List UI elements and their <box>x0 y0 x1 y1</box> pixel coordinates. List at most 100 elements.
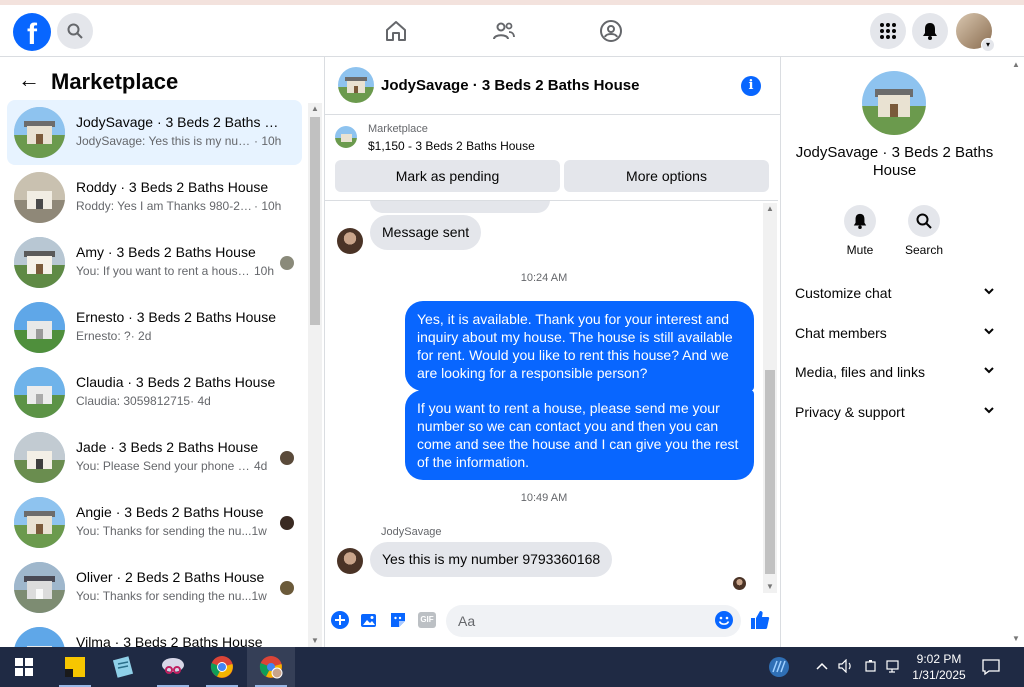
sticker-icon[interactable] <box>388 610 408 630</box>
emoji-icon[interactable] <box>714 610 734 630</box>
scroll-up-arrow-icon[interactable]: ▲ <box>1009 59 1023 71</box>
listing-price-title[interactable]: $1,150 - 3 Beds 2 Baths House <box>368 139 535 153</box>
sidebar-scrollbar[interactable]: ▲ ▼ <box>308 103 322 647</box>
conversation-preview: Claudia: 3059812715· 4d <box>76 394 211 408</box>
sender-avatar <box>337 548 363 574</box>
message-input[interactable]: Aa <box>446 605 741 637</box>
mute-button[interactable]: Mute <box>830 205 890 257</box>
section-label: Customize chat <box>795 285 892 301</box>
taskbar-sticky-notes[interactable] <box>51 647 99 687</box>
scroll-down-arrow-icon[interactable]: ▼ <box>763 581 777 593</box>
taskbar-chrome-profile[interactable] <box>247 647 295 687</box>
search-icon <box>67 23 83 39</box>
conversation-item[interactable]: Oliver · 2 Beds 2 Baths House You: Thank… <box>7 555 302 620</box>
conversation-preview: Ernesto: ?· 2d <box>76 329 152 343</box>
conversation-item[interactable]: Roddy · 3 Beds 2 Baths House Roddy: Yes … <box>7 165 302 230</box>
timestamp-separator: 10:49 AM <box>520 492 568 504</box>
message-input-placeholder: Aa <box>458 613 476 629</box>
mute-label: Mute <box>846 243 874 257</box>
plus-icon[interactable] <box>330 610 350 630</box>
scroll-down-arrow-icon[interactable]: ▼ <box>308 635 322 647</box>
photo-icon[interactable] <box>359 610 379 630</box>
network-icon[interactable] <box>886 659 902 676</box>
chrome-icon <box>210 656 233 678</box>
conversation-item[interactable]: Jade · 3 Beds 2 Baths House You: Please … <box>7 425 302 490</box>
listing-thumbnail <box>14 237 65 288</box>
chat-listing-avatar[interactable] <box>338 67 374 103</box>
details-title: JodySavage · 3 Beds 2 Baths House <box>795 144 994 179</box>
app-tray-icon[interactable] <box>768 656 790 681</box>
conversation-preview: JodySavage: Yes this is my number 979336… <box>76 134 282 148</box>
info-icon[interactable]: i <box>741 76 761 96</box>
customize-chat-section[interactable]: Customize chat <box>795 285 995 309</box>
privacy-support-section[interactable]: Privacy & support <box>795 404 995 428</box>
scroll-up-arrow-icon[interactable]: ▲ <box>308 103 322 115</box>
notifications-button[interactable] <box>912 13 948 49</box>
scroll-up-arrow-icon[interactable]: ▲ <box>763 203 777 215</box>
groups-nav-button[interactable] <box>597 17 625 45</box>
sticky-notes-icon <box>65 657 85 677</box>
top-navigation-bar: f ▾ <box>0 0 1024 57</box>
media-files-links-section[interactable]: Media, files and links <box>795 364 995 388</box>
search-button[interactable] <box>57 13 93 49</box>
chat-members-section[interactable]: Chat members <box>795 325 995 349</box>
menu-grid-icon <box>880 23 896 39</box>
search-label: Search <box>904 243 944 257</box>
account-chevron-down-icon[interactable]: ▾ <box>981 38 995 52</box>
chat-details-panel: JodySavage · 3 Beds 2 Baths House Mute S… <box>780 57 1007 647</box>
mark-as-pending-button[interactable]: Mark as pending <box>335 160 560 192</box>
home-nav-button[interactable] <box>382 17 410 45</box>
like-icon[interactable] <box>750 610 770 630</box>
conversation-name: Vilma · 3 Beds 2 Baths House <box>76 634 263 647</box>
back-arrow-icon[interactable]: ← <box>18 69 40 91</box>
taskbar-app[interactable] <box>99 647 147 687</box>
show-hidden-icons-chevron-icon[interactable] <box>815 659 829 676</box>
start-button[interactable] <box>0 647 48 687</box>
gif-icon[interactable]: GIF <box>417 610 437 630</box>
facebook-logo[interactable]: f <box>13 13 51 51</box>
seen-avatar <box>280 516 294 530</box>
conversation-preview: You: Thanks for sending the nu...1w <box>76 524 267 538</box>
system-clock[interactable]: 9:02 PM 1/31/2025 <box>906 651 972 683</box>
wallpaper-app-icon <box>769 657 789 677</box>
conversation-preview: You: If you want to rent a house... 10h <box>76 264 275 278</box>
clock-time: 9:02 PM <box>916 652 962 666</box>
conversation-item[interactable]: Vilma · 3 Beds 2 Baths House <box>7 620 302 647</box>
conversation-item[interactable]: Amy · 3 Beds 2 Baths House You: If you w… <box>7 230 302 295</box>
profile-avatar[interactable]: ▾ <box>956 13 995 52</box>
chat-panel: JodySavage · 3 Beds 2 Baths House i Mark… <box>325 57 780 647</box>
chat-title[interactable]: JodySavage · 3 Beds 2 Baths House <box>381 77 639 94</box>
search-conversation-button[interactable]: Search <box>894 205 954 257</box>
scrollbar-thumb[interactable] <box>765 370 775 574</box>
conversation-name: Jade · 3 Beds 2 Baths House <box>76 439 259 455</box>
windows-taskbar: 9:02 PM 1/31/2025 <box>0 647 1024 687</box>
chrome-profile-icon <box>259 656 283 679</box>
conversation-preview: Roddy: Yes I am Thanks 980-229-... · 10h <box>76 199 282 213</box>
message-bubble-partial <box>370 201 550 213</box>
sender-name: JodySavage <box>381 526 442 538</box>
friends-nav-button[interactable] <box>490 17 518 45</box>
listing-thumbnail[interactable] <box>335 126 357 148</box>
conversation-item[interactable]: Ernesto · 3 Beds 2 Baths House Ernesto: … <box>7 295 302 360</box>
page-scrollbar[interactable]: ▲ ▼ <box>1007 57 1024 647</box>
notifications-center-icon[interactable] <box>982 658 1000 679</box>
taskbar-chrome[interactable] <box>198 647 246 687</box>
taskbar-snipping-tool[interactable] <box>149 647 197 687</box>
listing-thumbnail <box>14 627 65 647</box>
notifications-bell-icon <box>923 23 937 40</box>
conversation-preview: You: Please Send your phone n... 4d <box>76 459 268 473</box>
chevron-down-icon <box>984 407 994 414</box>
conversation-item[interactable]: Angie · 3 Beds 2 Baths House You: Thanks… <box>7 490 302 555</box>
more-options-button[interactable]: More options <box>564 160 769 192</box>
listing-thumbnail <box>14 497 65 548</box>
scrollbar-thumb[interactable] <box>310 117 320 325</box>
conversation-item[interactable]: JodySavage · 3 Beds 2 Baths House JodySa… <box>7 100 302 165</box>
chat-scrollbar[interactable]: ▲ ▼ <box>763 203 777 593</box>
chevron-down-icon <box>984 288 994 295</box>
menu-button[interactable] <box>870 13 906 49</box>
volume-icon[interactable] <box>838 658 854 676</box>
battery-icon[interactable] <box>864 659 878 676</box>
clock-date: 1/31/2025 <box>912 668 966 682</box>
conversation-item[interactable]: Claudia · 3 Beds 2 Baths House Claudia: … <box>7 360 302 425</box>
scroll-down-arrow-icon[interactable]: ▼ <box>1009 633 1023 645</box>
